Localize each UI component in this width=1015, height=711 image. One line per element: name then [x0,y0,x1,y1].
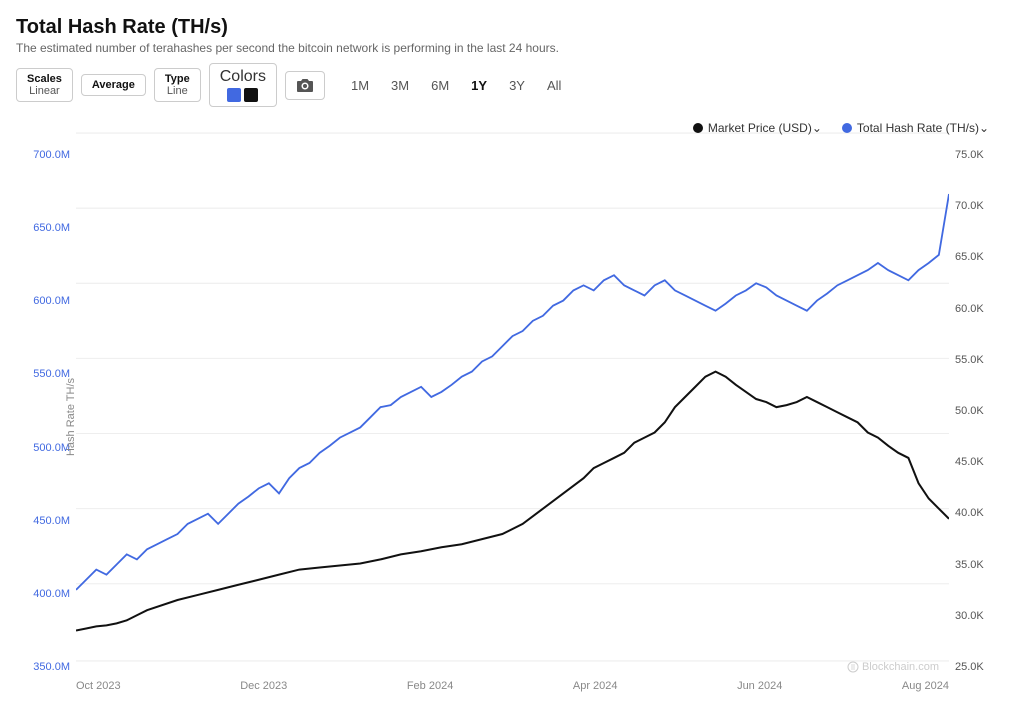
page-subtitle: The estimated number of terahashes per s… [16,41,999,55]
x-label-aug2024: Aug 2024 [902,680,949,692]
blockchain-icon [847,661,859,673]
right-axis-label-75: 75.0K [955,149,999,161]
market-price-line [76,372,949,631]
legend-hash-rate: Total Hash Rate (TH/s)⌄ [842,121,989,135]
x-label-apr2024: Apr 2024 [573,680,618,692]
x-axis-labels: Oct 2023 Dec 2023 Feb 2024 Apr 2024 Jun … [76,680,949,692]
colors-control[interactable]: Colors [209,63,277,107]
page: Total Hash Rate (TH/s) The estimated num… [0,0,1015,711]
left-axis-label-450: 450.0M [33,515,70,527]
camera-icon [296,78,314,93]
chart-legend: Market Price (USD)⌄ Total Hash Rate (TH/… [693,121,989,135]
legend-dot-blue [842,123,852,133]
legend-dot-black [693,123,703,133]
right-axis-label-35: 35.0K [955,559,999,571]
colors-swatches [227,88,258,102]
chart-area: Market Price (USD)⌄ Total Hash Rate (TH/… [16,119,999,703]
right-axis-label-30: 30.0K [955,610,999,622]
color-swatch-blue [227,88,241,102]
legend-market-price-label: Market Price (USD)⌄ [708,121,822,135]
left-axis-label-350: 350.0M [33,661,70,673]
scales-label: Scales [27,73,62,85]
time-btn-3m[interactable]: 3M [381,72,419,99]
right-axis-label-60: 60.0K [955,303,999,315]
x-label-feb2024: Feb 2024 [407,680,453,692]
right-axis-label-25: 25.0K [955,661,999,673]
left-axis-label-650: 650.0M [33,222,70,234]
page-title: Total Hash Rate (TH/s) [16,16,999,39]
x-label-oct2023: Oct 2023 [76,680,121,692]
chart-svg [76,119,949,675]
right-axis-label-65: 65.0K [955,251,999,263]
colors-label: Colors [220,68,266,86]
color-swatch-black [244,88,258,102]
watermark: Blockchain.com [847,661,939,673]
right-axis: 75.0K 70.0K 65.0K 60.0K 55.0K 50.0K 45.0… [949,119,999,703]
hash-rate-line [76,194,949,590]
title-section: Total Hash Rate (TH/s) The estimated num… [16,16,999,55]
right-axis-label-55: 55.0K [955,354,999,366]
right-axis-label-50: 50.0K [955,405,999,417]
right-axis-label-40: 40.0K [955,507,999,519]
time-btn-1y[interactable]: 1Y [461,72,497,99]
type-label: Type [165,73,190,85]
watermark-text: Blockchain.com [862,661,939,673]
x-label-jun2024: Jun 2024 [737,680,782,692]
chart-main: Hash Rate TH/s [76,119,949,703]
time-btn-3y[interactable]: 3Y [499,72,535,99]
scales-control[interactable]: Scales Linear [16,68,73,102]
time-btn-6m[interactable]: 6M [421,72,459,99]
type-control[interactable]: Type Line [154,68,201,102]
legend-market-price: Market Price (USD)⌄ [693,121,822,135]
time-range-selector: 1M 3M 6M 1Y 3Y All [341,72,571,99]
left-axis-label-400: 400.0M [33,588,70,600]
right-axis-label-70: 70.0K [955,200,999,212]
right-axis-label-45: 45.0K [955,456,999,468]
screenshot-button[interactable] [285,71,325,100]
x-label-dec2023: Dec 2023 [240,680,287,692]
average-control[interactable]: Average [81,74,146,96]
average-label: Average [92,79,135,91]
left-axis-label-700: 700.0M [33,149,70,161]
time-btn-all[interactable]: All [537,72,571,99]
legend-hash-rate-label: Total Hash Rate (TH/s)⌄ [857,121,989,135]
left-axis-label-600: 600.0M [33,295,70,307]
controls-bar: Scales Linear Average Type Line Colors 1… [16,63,999,107]
type-value: Line [167,85,188,97]
y-axis-label: Hash Rate TH/s [65,378,77,456]
scales-value: Linear [29,85,60,97]
time-btn-1m[interactable]: 1M [341,72,379,99]
